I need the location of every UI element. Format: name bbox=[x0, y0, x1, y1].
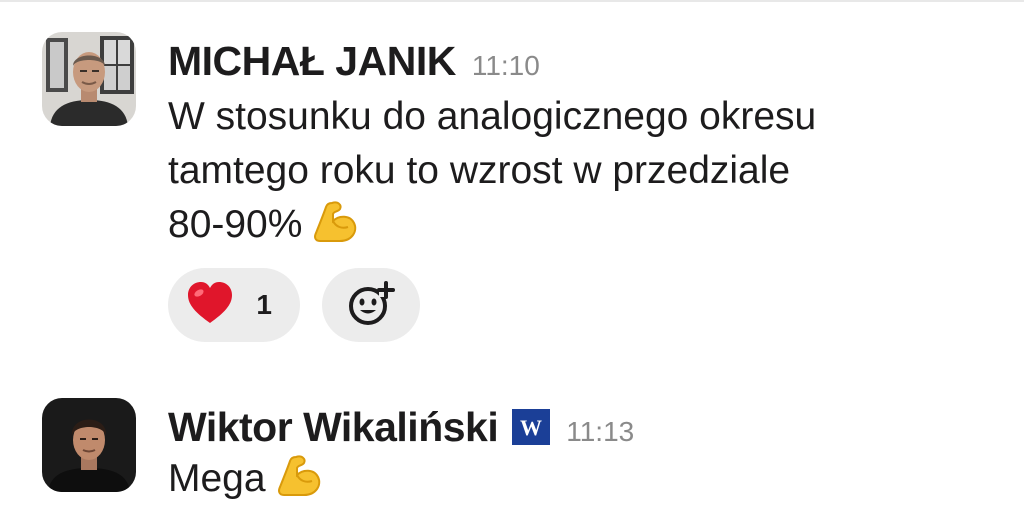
add-reaction-icon bbox=[346, 279, 396, 332]
message-line: W stosunku do analogicznego okresu bbox=[168, 95, 817, 138]
message-text: W stosunku do analogicznego okresu tamte… bbox=[168, 90, 816, 258]
reactions-bar: 1 bbox=[168, 268, 420, 342]
red-heart-icon bbox=[186, 281, 234, 330]
message-line: 80-90% bbox=[168, 198, 816, 258]
timestamp[interactable]: 11:13 bbox=[566, 416, 634, 448]
avatar[interactable] bbox=[42, 32, 136, 126]
flexed-biceps-icon bbox=[276, 453, 322, 512]
message-header: Wiktor Wikaliński W 11:13 bbox=[168, 404, 634, 451]
message-line-text: Mega bbox=[168, 457, 266, 500]
timestamp[interactable]: 11:10 bbox=[472, 50, 540, 82]
avatar[interactable] bbox=[42, 398, 136, 492]
author-name[interactable]: MICHAŁ JANIK bbox=[168, 38, 456, 85]
workspace-badge[interactable]: W bbox=[512, 409, 551, 445]
reaction-count: 1 bbox=[256, 289, 272, 320]
author-name[interactable]: Wiktor Wikaliński bbox=[168, 404, 499, 451]
flexed-biceps-icon bbox=[312, 199, 358, 258]
message-header: MICHAŁ JANIK 11:10 bbox=[168, 38, 540, 85]
workspace-badge-text: W bbox=[520, 415, 542, 440]
message-text: Mega bbox=[168, 452, 322, 512]
top-divider bbox=[0, 0, 1024, 2]
message-line: tamtego roku to wzrost w przedziale bbox=[168, 149, 791, 192]
reaction-heart-button[interactable]: 1 bbox=[168, 268, 300, 342]
add-reaction-button[interactable] bbox=[322, 268, 420, 342]
message-line-text: 80-90% bbox=[168, 203, 303, 246]
